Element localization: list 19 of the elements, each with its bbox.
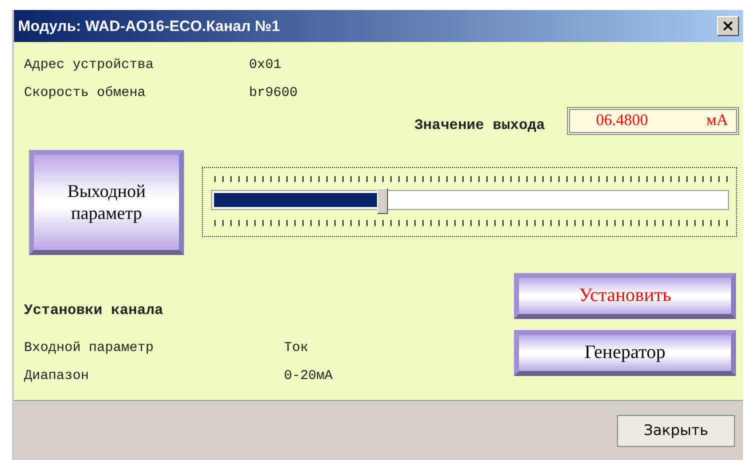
- setting-value: 0-20мА: [284, 368, 333, 386]
- close-button[interactable]: Закрыть: [617, 414, 735, 446]
- action-button[interactable]: Установить: [514, 272, 736, 319]
- output-value-label: Значение выхода: [414, 117, 545, 136]
- slider-thumb[interactable]: [377, 188, 388, 214]
- section-title: Установки канала: [24, 302, 164, 321]
- info-value: br9600: [249, 84, 298, 103]
- close-button[interactable]: ×: [717, 16, 739, 36]
- setting-label: Входной параметр: [24, 340, 155, 358]
- output-parameter-button[interactable]: Выходной параметр: [29, 150, 184, 255]
- output-value: 06.4800: [596, 112, 648, 130]
- setting-value: Ток: [284, 340, 308, 358]
- info-value: 0x01: [249, 56, 282, 75]
- setting-label: Диапазон: [24, 368, 90, 386]
- info-label: Скорость обмена: [24, 84, 147, 103]
- info-label: Адрес устройства: [24, 56, 155, 75]
- action-button[interactable]: Генератор: [514, 330, 736, 376]
- unit-label: мА: [706, 112, 728, 130]
- window-title: Модуль: WAD-AO16-ECO.Канал №1: [18, 18, 280, 34]
